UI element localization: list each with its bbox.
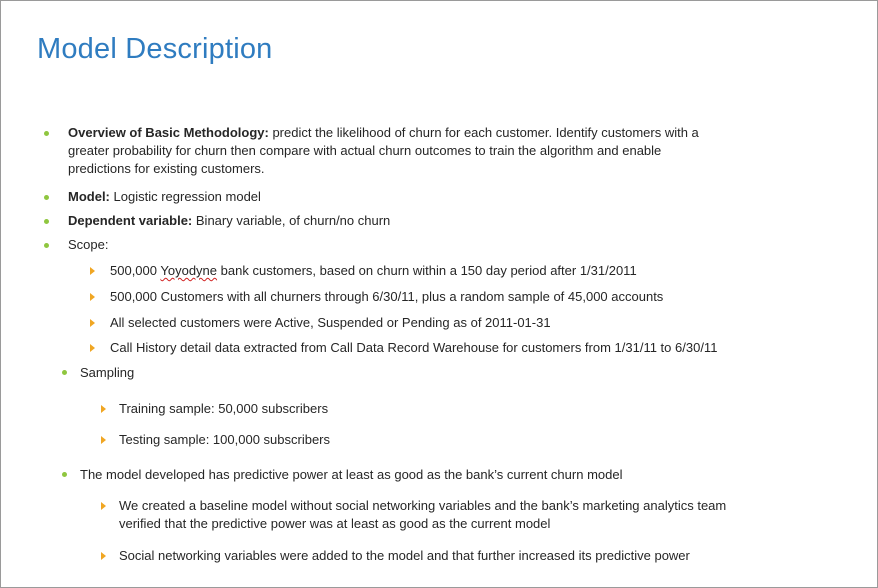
bullet-dot-icon [44, 131, 49, 136]
sampling-label: Sampling [80, 365, 135, 380]
bullet-dot-icon [62, 472, 67, 477]
bullet-arrow-icon [101, 552, 106, 560]
bullet-arrow-icon [90, 267, 95, 275]
sampling-item-2: Testing sample: 100,000 subscribers [119, 432, 331, 447]
scope-item-1-post: bank customers, based on churn within a … [220, 263, 637, 278]
scope-item-2: 500,000 Customers with all churners thro… [110, 289, 664, 304]
overview-label: Overview of Basic Methodology: [68, 125, 269, 140]
spellcheck-word: Yoyodyne [160, 263, 218, 278]
bullet-dot-icon [44, 219, 49, 224]
scope-item-4: Call History detail data extracted from … [110, 340, 718, 355]
bullet-dot-icon [62, 370, 67, 375]
sampling-item-1: Training sample: 50,000 subscribers [119, 401, 329, 416]
dependent-text: Binary variable, of churn/no churn [195, 213, 391, 228]
bullet-arrow-icon [101, 405, 106, 413]
predictive-item-2: Social networking variables were added t… [119, 548, 690, 563]
model-line: Model: Logistic regression model [68, 189, 261, 205]
scope-item-3: All selected customers were Active, Susp… [110, 315, 551, 330]
bullet-arrow-icon [101, 436, 106, 444]
predictive-label: The model developed has predictive power… [80, 467, 623, 482]
bullet-dot-icon [44, 195, 49, 200]
bullet-arrow-icon [90, 319, 95, 327]
dependent-line: Dependent variable: Binary variable, of … [68, 213, 390, 229]
dependent-label: Dependent variable: [68, 213, 193, 228]
model-label: Model: [68, 189, 110, 204]
slide: Model Description Overview of Basic Meth… [0, 0, 878, 588]
bullet-arrow-icon [101, 502, 106, 510]
scope-item-1: 500,000 Yoyodyne bank customers, based o… [110, 263, 637, 279]
scope-item-1-pre: 500,000 [110, 263, 157, 278]
overview-line-1: Overview of Basic Methodology: predict t… [68, 125, 699, 141]
overview-line-3: predictions for existing customers. [68, 161, 265, 176]
model-text: Logistic regression model [113, 189, 261, 204]
predictive-item-1-line-1: We created a baseline model without soci… [119, 498, 727, 513]
predictive-item-1-line-2: verified that the predictive power was a… [119, 516, 551, 531]
overview-line-2: greater probability for churn then compa… [68, 143, 662, 158]
bullet-arrow-icon [90, 344, 95, 352]
overview-text: predict the likelihood of churn for each… [272, 125, 699, 140]
bullet-dot-icon [44, 243, 49, 248]
scope-label: Scope: [68, 237, 109, 252]
bullet-arrow-icon [90, 293, 95, 301]
slide-title: Model Description [37, 33, 273, 65]
